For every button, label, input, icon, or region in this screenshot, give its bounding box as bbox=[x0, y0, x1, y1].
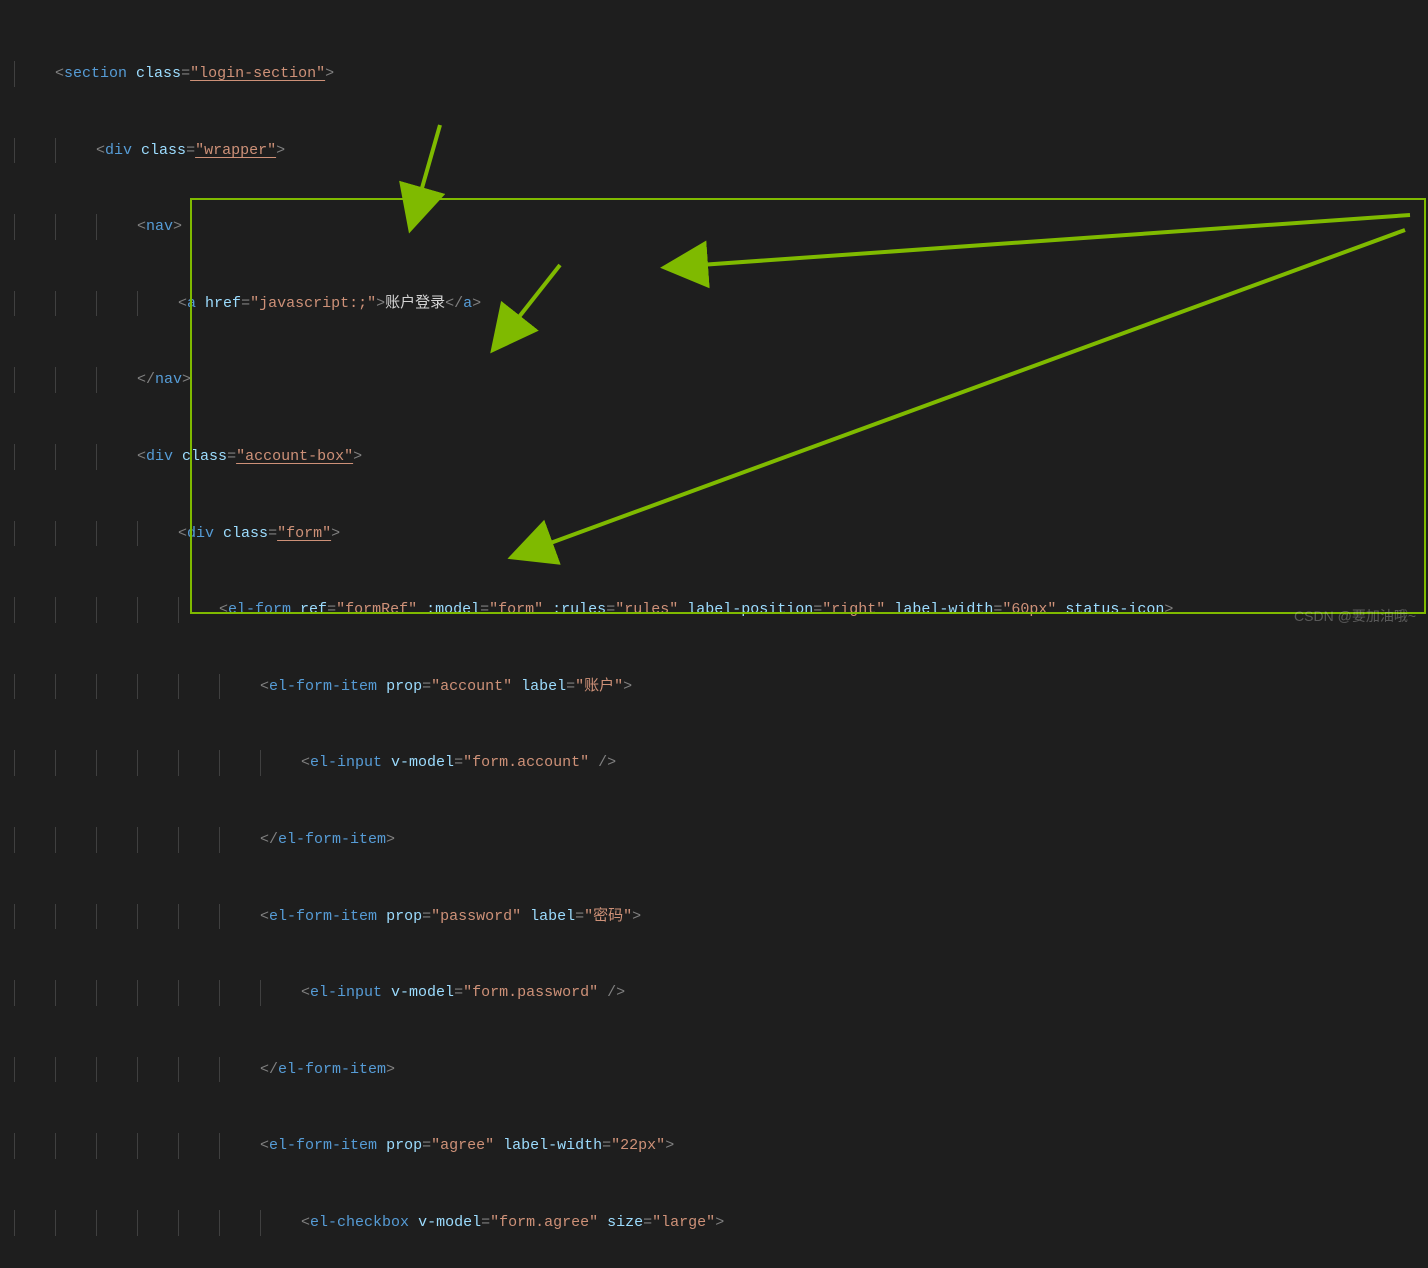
code-line: <el-input v-model="form.account" /> bbox=[0, 750, 1428, 776]
code-line: </nav> bbox=[0, 367, 1428, 393]
code-line: <div class="wrapper"> bbox=[0, 138, 1428, 164]
code-line: <a href="javascript:;">账户登录</a> bbox=[0, 291, 1428, 317]
code-line: <div class="form"> bbox=[0, 521, 1428, 547]
code-line: <el-checkbox v-model="form.agree" size="… bbox=[0, 1210, 1428, 1236]
code-line: <el-form-item prop="agree" label-width="… bbox=[0, 1133, 1428, 1159]
code-line: <nav> bbox=[0, 214, 1428, 240]
code-line: <el-form-item prop="account" label="账户"> bbox=[0, 674, 1428, 700]
code-line: <el-input v-model="form.password" /> bbox=[0, 980, 1428, 1006]
code-line: <div class="account-box"> bbox=[0, 444, 1428, 470]
code-line: <el-form ref="formRef" :model="form" :ru… bbox=[0, 597, 1428, 623]
code-line: </el-form-item> bbox=[0, 827, 1428, 853]
code-line: <section class="login-section"> bbox=[0, 61, 1428, 87]
code-line: </el-form-item> bbox=[0, 1057, 1428, 1083]
watermark-text: CSDN @要加油哦~ bbox=[1294, 606, 1416, 626]
code-editor[interactable]: <section class="login-section"> <div cla… bbox=[0, 0, 1428, 1268]
code-line: <el-form-item prop="password" label="密码"… bbox=[0, 904, 1428, 930]
